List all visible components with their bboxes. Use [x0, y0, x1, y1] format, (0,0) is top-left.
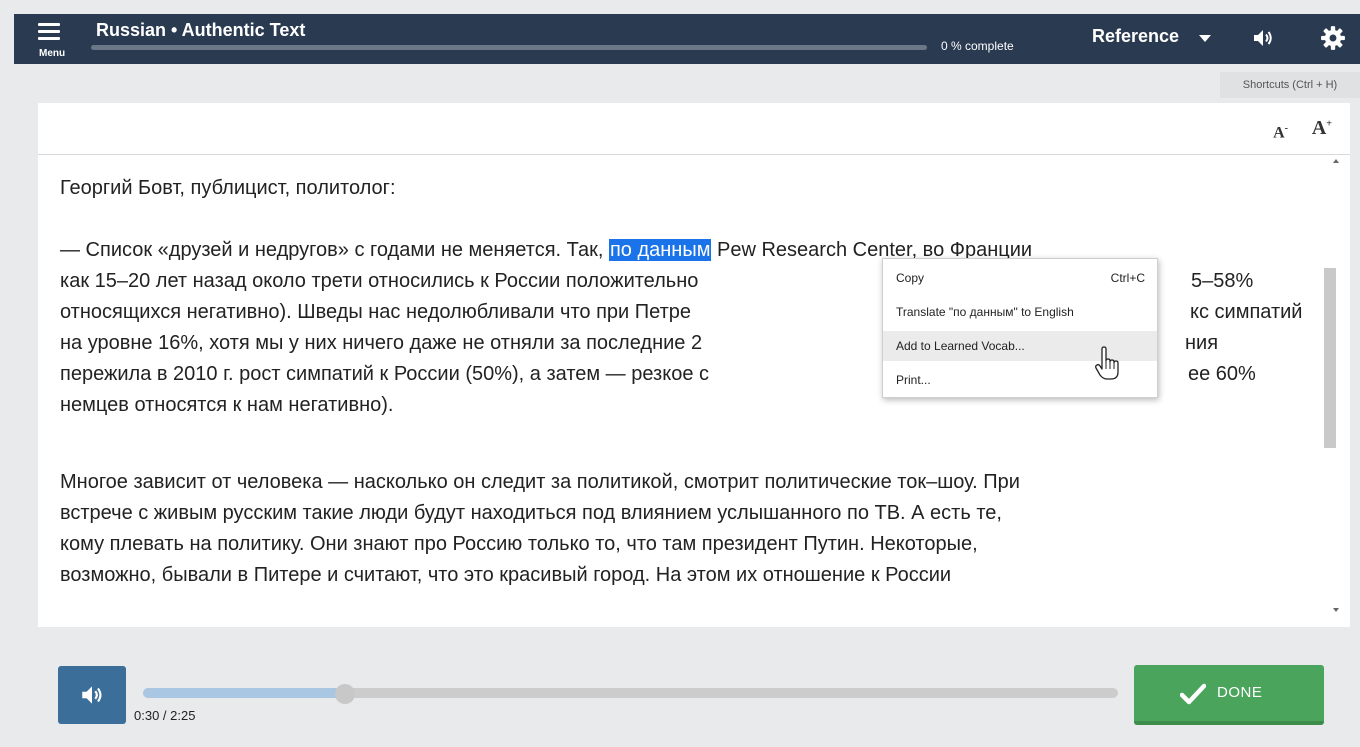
context-menu-item-label: Add to Learned Vocab... [896, 339, 1025, 353]
font-decrease-button[interactable]: A- [1273, 123, 1288, 142]
font-increase-button[interactable]: A+ [1312, 117, 1332, 140]
text-segment: 5–58% [1191, 270, 1254, 292]
text-segment: кс симпатий [1190, 301, 1303, 323]
menu-icon [38, 23, 60, 41]
context-menu-shortcut: Ctrl+C [1110, 271, 1145, 285]
font-increase-sign: + [1326, 118, 1332, 130]
caret-down-icon[interactable] [1199, 35, 1211, 42]
text-line: Многое зависит от человека — насколько о… [60, 471, 1020, 493]
selected-text[interactable]: по данным [608, 239, 712, 261]
checkmark-icon [1180, 683, 1206, 705]
audio-progress-track[interactable] [143, 688, 1118, 698]
pointer-hand-icon [1095, 346, 1119, 380]
top-bar: Menu Russian • Authentic Text 0 % comple… [14, 14, 1360, 64]
text-segment: относящихся негативно). Шведы нас недолю… [60, 301, 692, 323]
gear-icon[interactable] [1320, 25, 1346, 51]
scrollbar-thumb[interactable] [1324, 268, 1336, 448]
font-increase-letter: A [1311, 117, 1327, 139]
lesson-progress-bar [91, 45, 927, 50]
paragraph-3: Многое зависит от человека — насколько о… [60, 467, 1322, 591]
paragraph-1: Георгий Бовт, публицист, политолог: [60, 173, 1322, 204]
progress-text: 0 % complete [941, 39, 1014, 53]
scroll-up-arrow[interactable] [1333, 159, 1339, 163]
lesson-title: Russian • Authentic Text [96, 20, 306, 40]
font-decrease-letter: A [1273, 124, 1285, 142]
shortcuts-hint[interactable]: Shortcuts (Ctrl + H) [1220, 72, 1360, 98]
audio-time: 0:30 / 2:25 [134, 708, 196, 723]
play-audio-button[interactable] [58, 666, 126, 724]
done-button[interactable]: DONE [1134, 665, 1324, 725]
text-line: возможно, бывали в Питере и считают, что… [60, 564, 952, 586]
font-decrease-sign: - [1284, 123, 1288, 134]
text-line: встрече с живым русским такие люди будут… [60, 502, 1002, 524]
text-line: кому плевать на политику. Они знают про … [60, 533, 978, 555]
done-label: DONE [1217, 684, 1263, 701]
context-menu-item-label: Translate "по данным" to English [896, 305, 1074, 319]
menu-label: Menu [39, 48, 66, 59]
speaker-icon [82, 686, 102, 704]
text-segment: ее 60% [1188, 363, 1256, 385]
context-menu-translate[interactable]: Translate "по данным" to English [883, 297, 1157, 327]
context-menu-copy[interactable]: Copy Ctrl+C [883, 263, 1157, 293]
text-segment: как 15–20 лет назад около трети относили… [60, 270, 699, 292]
reference-dropdown[interactable]: Reference [1092, 26, 1179, 47]
menu-button[interactable]: Menu [20, 20, 72, 62]
audio-scrubber-handle[interactable] [335, 684, 355, 704]
text-line: Георгий Бовт, публицист, политолог: [60, 177, 396, 199]
text-segment: — Список «друзей и недругов» с годами не… [60, 239, 609, 261]
scroll-down-arrow[interactable] [1333, 608, 1339, 612]
text-segment: пережила в 2010 г. рост симпатий к Росси… [60, 363, 709, 385]
text-segment: на уровне 16%, хотя мы у них ничего даже… [60, 332, 703, 354]
audio-progress-fill [143, 688, 345, 698]
context-menu-item-label: Print... [896, 373, 931, 387]
speaker-icon[interactable] [1251, 26, 1275, 50]
text-segment: ния [1185, 332, 1219, 354]
context-menu-item-label: Copy [896, 271, 925, 285]
